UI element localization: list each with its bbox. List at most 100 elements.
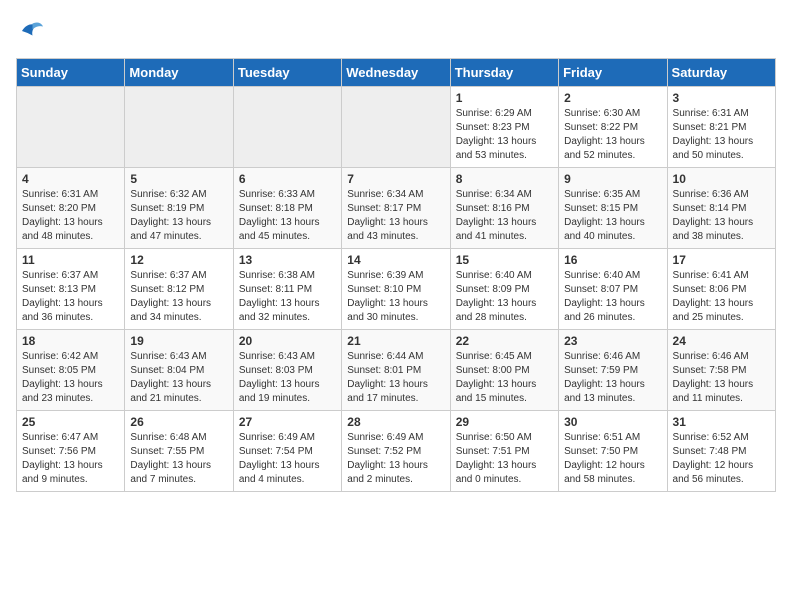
day-header-tuesday: Tuesday xyxy=(233,59,341,87)
day-number: 29 xyxy=(456,415,553,429)
day-header-monday: Monday xyxy=(125,59,233,87)
calendar-header-row: SundayMondayTuesdayWednesdayThursdayFrid… xyxy=(17,59,776,87)
calendar-day xyxy=(233,87,341,168)
calendar-day: 1 Sunrise: 6:29 AMSunset: 8:23 PMDaylight… xyxy=(450,87,558,168)
day-number: 2 xyxy=(564,91,661,105)
day-info: Sunrise: 6:30 AMSunset: 8:22 PMDaylight:… xyxy=(564,107,661,163)
day-info: Sunrise: 6:40 AMSunset: 8:09 PMDaylight:… xyxy=(456,269,553,325)
day-header-thursday: Thursday xyxy=(450,59,558,87)
day-number: 14 xyxy=(347,253,444,267)
calendar-day: 11 Sunrise: 6:37 AMSunset: 8:13 PMDayligh… xyxy=(17,249,125,330)
calendar-day: 23 Sunrise: 6:46 AMSunset: 7:59 PMDayligh… xyxy=(559,330,667,411)
day-info: Sunrise: 6:36 AMSunset: 8:14 PMDaylight:… xyxy=(673,188,770,244)
day-info: Sunrise: 6:45 AMSunset: 8:00 PMDaylight:… xyxy=(456,350,553,406)
day-info: Sunrise: 6:43 AMSunset: 8:04 PMDaylight:… xyxy=(130,350,227,406)
day-info: Sunrise: 6:34 AMSunset: 8:17 PMDaylight:… xyxy=(347,188,444,244)
calendar-day: 31 Sunrise: 6:52 AMSunset: 7:48 PMDayligh… xyxy=(667,411,775,492)
calendar-day: 4 Sunrise: 6:31 AMSunset: 8:20 PMDaylight… xyxy=(17,168,125,249)
day-info: Sunrise: 6:47 AMSunset: 7:56 PMDaylight:… xyxy=(22,431,119,487)
day-number: 24 xyxy=(673,334,770,348)
calendar-day: 16Sunrise: 6:40 AMSunset: 8:07 PMDayligh… xyxy=(559,249,667,330)
day-number: 19 xyxy=(130,334,227,348)
day-number: 27 xyxy=(239,415,336,429)
calendar-day: 21 Sunrise: 6:44 AMSunset: 8:01 PMDayligh… xyxy=(342,330,450,411)
day-info: Sunrise: 6:33 AMSunset: 8:18 PMDaylight:… xyxy=(239,188,336,244)
calendar-table: SundayMondayTuesdayWednesdayThursdayFrid… xyxy=(16,58,776,492)
day-info: Sunrise: 6:52 AMSunset: 7:48 PMDaylight:… xyxy=(673,431,770,487)
day-number: 25 xyxy=(22,415,119,429)
day-number: 5 xyxy=(130,172,227,186)
page-header xyxy=(16,16,776,46)
day-header-saturday: Saturday xyxy=(667,59,775,87)
day-info: Sunrise: 6:32 AMSunset: 8:19 PMDaylight:… xyxy=(130,188,227,244)
calendar-day: 3 Sunrise: 6:31 AMSunset: 8:21 PMDaylight… xyxy=(667,87,775,168)
day-info: Sunrise: 6:29 AMSunset: 8:23 PMDaylight:… xyxy=(456,107,553,163)
day-header-sunday: Sunday xyxy=(17,59,125,87)
day-number: 26 xyxy=(130,415,227,429)
calendar-day: 19 Sunrise: 6:43 AMSunset: 8:04 PMDayligh… xyxy=(125,330,233,411)
day-info: Sunrise: 6:46 AMSunset: 7:59 PMDaylight:… xyxy=(564,350,661,406)
day-number: 13 xyxy=(239,253,336,267)
day-number: 18 xyxy=(22,334,119,348)
day-info: Sunrise: 6:31 AMSunset: 8:21 PMDaylight:… xyxy=(673,107,770,163)
day-info: Sunrise: 6:50 AMSunset: 7:51 PMDaylight:… xyxy=(456,431,553,487)
day-number: 4 xyxy=(22,172,119,186)
calendar-day xyxy=(125,87,233,168)
day-number: 11 xyxy=(22,253,119,267)
day-info: Sunrise: 6:37 AMSunset: 8:12 PMDaylight:… xyxy=(130,269,227,325)
day-info: Sunrise: 6:44 AMSunset: 8:01 PMDaylight:… xyxy=(347,350,444,406)
day-number: 21 xyxy=(347,334,444,348)
calendar-day: 8 Sunrise: 6:34 AMSunset: 8:16 PMDaylight… xyxy=(450,168,558,249)
calendar-day: 28Sunrise: 6:49 AMSunset: 7:52 PMDayligh… xyxy=(342,411,450,492)
calendar-day: 12 Sunrise: 6:37 AMSunset: 8:12 PMDayligh… xyxy=(125,249,233,330)
day-number: 8 xyxy=(456,172,553,186)
calendar-day: 15 Sunrise: 6:40 AMSunset: 8:09 PMDayligh… xyxy=(450,249,558,330)
day-info: Sunrise: 6:37 AMSunset: 8:13 PMDaylight:… xyxy=(22,269,119,325)
day-number: 23 xyxy=(564,334,661,348)
day-number: 17 xyxy=(673,253,770,267)
day-header-wednesday: Wednesday xyxy=(342,59,450,87)
day-info: Sunrise: 6:40 AMSunset: 8:07 PMDaylight:… xyxy=(564,269,661,325)
day-number: 22 xyxy=(456,334,553,348)
calendar-week-row: 18Sunrise: 6:42 AMSunset: 8:05 PMDayligh… xyxy=(17,330,776,411)
day-number: 15 xyxy=(456,253,553,267)
calendar-day: 24 Sunrise: 6:46 AMSunset: 7:58 PMDayligh… xyxy=(667,330,775,411)
day-number: 7 xyxy=(347,172,444,186)
day-number: 3 xyxy=(673,91,770,105)
calendar-day: 30 Sunrise: 6:51 AMSunset: 7:50 PMDayligh… xyxy=(559,411,667,492)
day-info: Sunrise: 6:41 AMSunset: 8:06 PMDaylight:… xyxy=(673,269,770,325)
calendar-week-row: 1 Sunrise: 6:29 AMSunset: 8:23 PMDaylight… xyxy=(17,87,776,168)
day-info: Sunrise: 6:49 AMSunset: 7:54 PMDaylight:… xyxy=(239,431,336,487)
day-info: Sunrise: 6:34 AMSunset: 8:16 PMDaylight:… xyxy=(456,188,553,244)
day-info: Sunrise: 6:38 AMSunset: 8:11 PMDaylight:… xyxy=(239,269,336,325)
calendar-day: 6 Sunrise: 6:33 AMSunset: 8:18 PMDaylight… xyxy=(233,168,341,249)
day-info: Sunrise: 6:39 AMSunset: 8:10 PMDaylight:… xyxy=(347,269,444,325)
calendar-day: 5 Sunrise: 6:32 AMSunset: 8:19 PMDaylight… xyxy=(125,168,233,249)
day-info: Sunrise: 6:46 AMSunset: 7:58 PMDaylight:… xyxy=(673,350,770,406)
day-header-friday: Friday xyxy=(559,59,667,87)
day-number: 12 xyxy=(130,253,227,267)
day-info: Sunrise: 6:35 AMSunset: 8:15 PMDaylight:… xyxy=(564,188,661,244)
day-number: 30 xyxy=(564,415,661,429)
calendar-day: 7 Sunrise: 6:34 AMSunset: 8:17 PMDaylight… xyxy=(342,168,450,249)
calendar-day: 10Sunrise: 6:36 AMSunset: 8:14 PMDayligh… xyxy=(667,168,775,249)
calendar-week-row: 4 Sunrise: 6:31 AMSunset: 8:20 PMDaylight… xyxy=(17,168,776,249)
day-info: Sunrise: 6:49 AMSunset: 7:52 PMDaylight:… xyxy=(347,431,444,487)
calendar-day: 22 Sunrise: 6:45 AMSunset: 8:00 PMDayligh… xyxy=(450,330,558,411)
day-number: 6 xyxy=(239,172,336,186)
calendar-day: 20Sunrise: 6:43 AMSunset: 8:03 PMDayligh… xyxy=(233,330,341,411)
day-info: Sunrise: 6:31 AMSunset: 8:20 PMDaylight:… xyxy=(22,188,119,244)
day-number: 31 xyxy=(673,415,770,429)
calendar-day: 14 Sunrise: 6:39 AMSunset: 8:10 PMDayligh… xyxy=(342,249,450,330)
logo-icon xyxy=(16,16,46,46)
logo xyxy=(16,16,50,46)
calendar-day: 9Sunrise: 6:35 AMSunset: 8:15 PMDaylight… xyxy=(559,168,667,249)
day-info: Sunrise: 6:51 AMSunset: 7:50 PMDaylight:… xyxy=(564,431,661,487)
calendar-day: 26Sunrise: 6:48 AMSunset: 7:55 PMDayligh… xyxy=(125,411,233,492)
calendar-week-row: 11 Sunrise: 6:37 AMSunset: 8:13 PMDayligh… xyxy=(17,249,776,330)
calendar-day xyxy=(342,87,450,168)
calendar-day: 17 Sunrise: 6:41 AMSunset: 8:06 PMDayligh… xyxy=(667,249,775,330)
calendar-day: 29 Sunrise: 6:50 AMSunset: 7:51 PMDayligh… xyxy=(450,411,558,492)
calendar-day: 2 Sunrise: 6:30 AMSunset: 8:22 PMDaylight… xyxy=(559,87,667,168)
day-number: 1 xyxy=(456,91,553,105)
